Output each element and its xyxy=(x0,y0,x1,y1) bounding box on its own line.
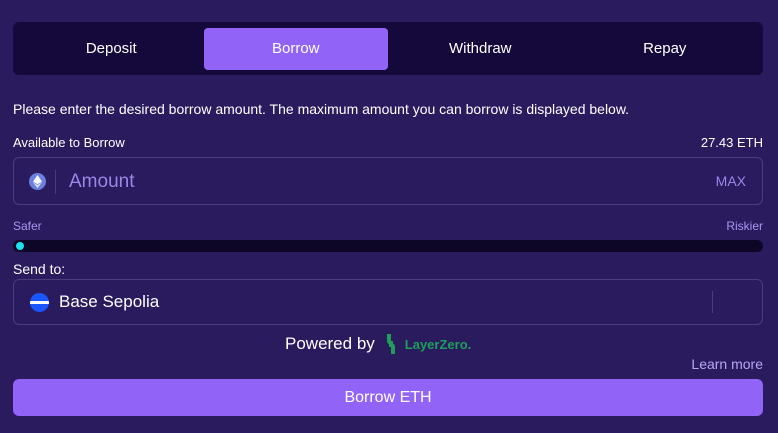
destination-chain-select[interactable]: Base Sepolia xyxy=(13,279,763,325)
risk-labels: Safer Riskier xyxy=(13,219,763,233)
base-chain-icon xyxy=(30,293,49,312)
available-row: Available to Borrow 27.43 ETH xyxy=(13,135,763,150)
chain-name: Base Sepolia xyxy=(59,292,160,311)
layerzero-wordmark: LayerZero. xyxy=(404,336,472,352)
send-to-label: Send to: xyxy=(13,261,66,277)
tab-borrow[interactable]: Borrow xyxy=(203,27,388,70)
amount-input[interactable] xyxy=(67,168,631,196)
powered-by: Powered by LayerZero. xyxy=(285,331,471,357)
safer-label: Safer xyxy=(13,219,42,233)
amount-divider xyxy=(55,170,56,194)
learn-more-link[interactable]: Learn more xyxy=(691,356,763,372)
action-tabs: Deposit Borrow Withdraw Repay xyxy=(13,22,763,75)
ethereum-icon xyxy=(29,173,46,190)
riskier-label: Riskier xyxy=(726,219,763,233)
max-button[interactable]: MAX xyxy=(716,173,746,189)
tab-repay[interactable]: Repay xyxy=(573,28,758,70)
layerzero-icon xyxy=(386,334,395,354)
powered-by-label: Powered by xyxy=(285,334,375,353)
risk-slider[interactable] xyxy=(13,240,763,252)
risk-slider-thumb[interactable] xyxy=(16,242,24,250)
borrow-instructions: Please enter the desired borrow amount. … xyxy=(13,101,630,117)
available-value: 27.43 ETH xyxy=(700,135,763,150)
tab-withdraw[interactable]: Withdraw xyxy=(388,28,573,70)
layerzero-logo: LayerZero. xyxy=(383,332,471,356)
amount-field: MAX xyxy=(13,157,763,205)
chain-divider xyxy=(712,291,713,313)
tab-deposit[interactable]: Deposit xyxy=(19,28,204,70)
available-label: Available to Borrow xyxy=(13,135,125,150)
borrow-eth-button[interactable]: Borrow ETH xyxy=(13,379,763,416)
